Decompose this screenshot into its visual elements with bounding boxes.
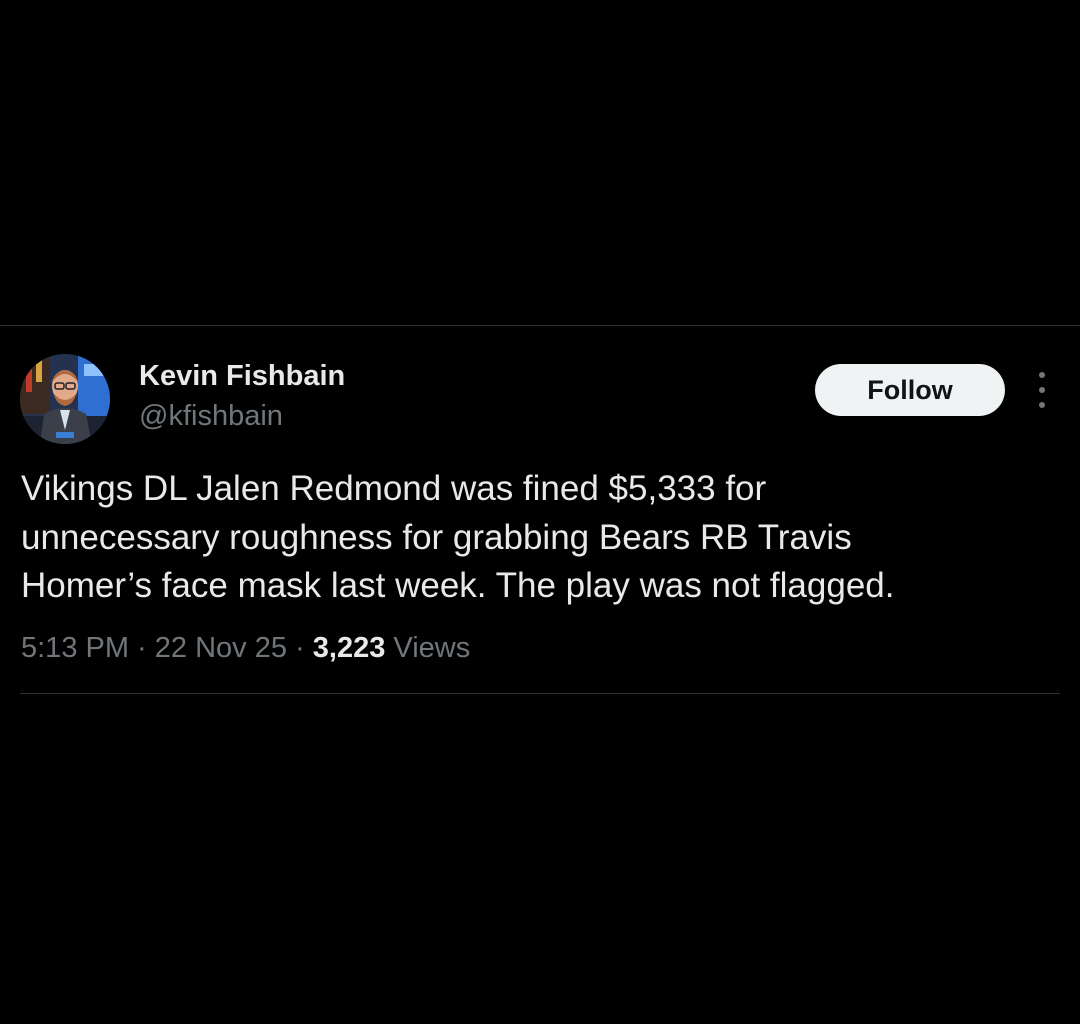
author-avatar[interactable] [20, 354, 110, 444]
avatar-photo-icon [20, 354, 110, 444]
tweet-metadata: 5:13 PM · 22 Nov 25 · 3,223 Views [21, 630, 470, 666]
views-label[interactable]: Views [385, 632, 470, 664]
follow-button[interactable]: Follow [815, 364, 1005, 416]
tweet-time[interactable]: 5:13 PM [21, 632, 129, 664]
author-handle[interactable]: @kfishbain [139, 399, 283, 433]
tweet-text-line: Vikings DL Jalen Redmond was fined $5,33… [21, 469, 767, 508]
author-display-name[interactable]: Kevin Fishbain [139, 359, 345, 393]
more-dot [1039, 402, 1045, 408]
tweet-date[interactable]: 22 Nov 25 [155, 632, 287, 664]
tweet-text-line: unnecessary roughness for grabbing Bears… [21, 517, 852, 557]
tweet-text: Vikings DL Jalen Redmond was fined $5,33… [21, 465, 1041, 611]
meta-separator: · [286, 632, 313, 664]
more-dot [1039, 387, 1045, 393]
tweet-text-line: Homer’s face mask last week. The play wa… [21, 566, 895, 605]
top-divider [0, 325, 1080, 326]
meta-separator: · [129, 632, 155, 664]
more-options-icon[interactable] [1028, 372, 1056, 408]
views-count[interactable]: 3,223 [313, 632, 386, 664]
more-dot [1039, 372, 1045, 378]
bottom-divider [20, 693, 1060, 694]
